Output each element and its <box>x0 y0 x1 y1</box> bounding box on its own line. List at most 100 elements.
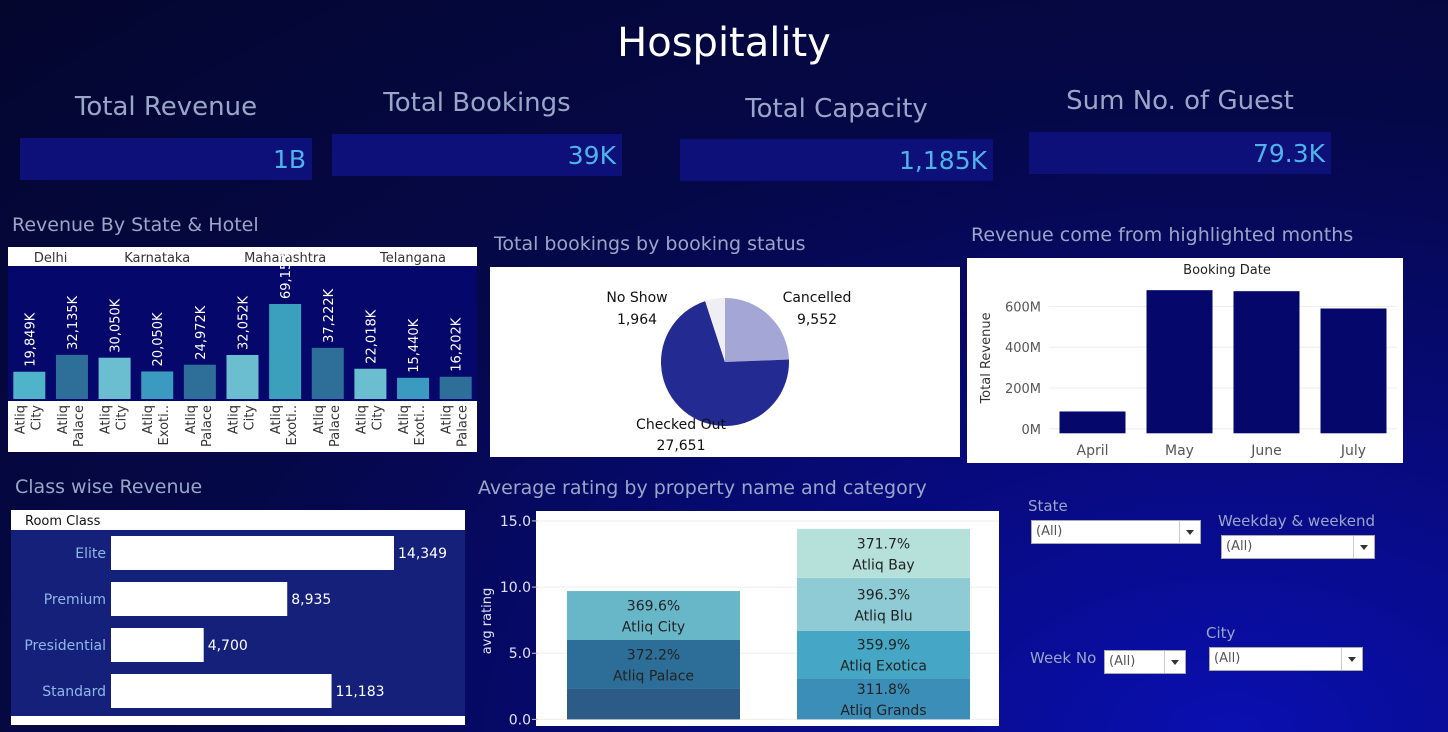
avg-rating-ylabel: avg rating <box>480 588 495 655</box>
hotel-axis-label: Exoti.. <box>413 405 428 445</box>
state-revenue-bar[interactable] <box>226 354 259 399</box>
week-no-filter-select[interactable]: (All) <box>1104 650 1186 674</box>
hotel-axis-label: City <box>115 405 130 431</box>
hotel-axis-label: Palace <box>72 405 87 447</box>
chevron-down-icon[interactable] <box>1164 651 1185 673</box>
kpi-guests-label: Sum No. of Guest <box>1066 86 1294 116</box>
state-revenue-chart[interactable]: Delhi Karnataka Maharashtra Telangana 19,84… <box>8 247 477 452</box>
kpi-guests-value[interactable]: 79.3K <box>1029 132 1331 174</box>
state-revenue-bar-label: 30,050K <box>109 298 124 352</box>
chevron-down-icon[interactable] <box>1341 648 1362 670</box>
kpi-total-capacity-value[interactable]: 1,185K <box>680 139 993 181</box>
hotel-axis-label: Exoti.. <box>285 405 300 445</box>
slice-name-label: No Show <box>606 290 667 306</box>
room-class-header: Room Class <box>25 514 101 529</box>
weekday-filter-label: Weekday & weekend <box>1218 512 1376 530</box>
month-label: April <box>1077 443 1109 459</box>
hotel-axis-label: Palace <box>200 405 215 447</box>
state-revenue-bar[interactable] <box>354 368 387 399</box>
state-revenue-bar[interactable] <box>183 364 216 399</box>
room-class-bar[interactable] <box>111 628 204 662</box>
state-revenue-bar[interactable] <box>269 304 302 399</box>
room-class-label: Premium <box>44 592 106 608</box>
state-revenue-bar-label: 69,153K <box>279 247 294 299</box>
room-class-value: 4,700 <box>208 638 248 654</box>
state-revenue-title: Revenue By State & Hotel <box>12 214 259 236</box>
slice-name-label: Cancelled <box>783 290 852 306</box>
class-revenue-title: Class wise Revenue <box>15 476 203 498</box>
month-revenue-bar[interactable] <box>1233 291 1300 434</box>
rating-segment-name: Atliq Grands <box>840 703 926 719</box>
rating-segment-value: 396.3% <box>857 587 910 603</box>
slice-value-label: 1,964 <box>617 312 657 328</box>
week-no-filter-label: Week No <box>1030 649 1097 667</box>
hotel-axis-label: Atliq <box>99 405 114 434</box>
state-revenue-bar[interactable] <box>397 377 430 399</box>
slice-value-label: 9,552 <box>797 312 837 328</box>
kpi-total-revenue-value[interactable]: 1B <box>20 138 312 180</box>
state-revenue-bar-label: 19,849K <box>23 312 38 366</box>
room-class-value: 11,183 <box>336 684 385 700</box>
state-revenue-bar[interactable] <box>141 371 174 399</box>
monthly-revenue-title: Revenue come from highlighted months <box>971 224 1354 246</box>
state-revenue-bar[interactable] <box>311 347 344 399</box>
month-revenue-bar[interactable] <box>1059 411 1126 434</box>
slice-name-label: Checked Out <box>636 417 726 433</box>
hotel-axis-label: Palace <box>328 405 343 447</box>
hotel-axis-label: City <box>370 405 385 431</box>
room-class-label: Standard <box>42 684 106 700</box>
hotel-axis-label: Atliq <box>56 405 71 434</box>
slice-value-label: 27,651 <box>657 438 706 454</box>
state-revenue-bar[interactable] <box>55 354 88 399</box>
state-filter-value: (All) <box>1036 524 1063 539</box>
hotel-axis-label: Atliq <box>312 405 327 434</box>
weekday-filter-value: (All) <box>1226 539 1253 554</box>
rating-segment-value: 371.7% <box>857 536 910 552</box>
avg-rating-title: Average rating by property name and cate… <box>478 477 927 499</box>
state-revenue-bar[interactable] <box>98 357 131 399</box>
state-revenue-bar-label: 32,135K <box>66 295 81 349</box>
state-revenue-bar[interactable] <box>13 371 46 399</box>
class-footer-band <box>11 716 465 725</box>
rating-segment-name: Atliq City <box>622 620 685 636</box>
rating-segment-value: 311.8% <box>857 682 910 698</box>
state-revenue-bar-label: 24,972K <box>194 305 209 359</box>
room-class-bar[interactable] <box>111 582 288 616</box>
state-revenue-bar[interactable] <box>439 376 472 399</box>
chevron-down-icon[interactable] <box>1353 536 1374 558</box>
city-filter-value: (All) <box>1214 651 1241 666</box>
state-revenue-bar-label: 22,018K <box>364 309 379 363</box>
booking-status-title: Total bookings by booking status <box>494 233 806 255</box>
rating-segment[interactable] <box>567 688 740 720</box>
monthly-revenue-chart[interactable]: Booking Date Total Revenue 0M 200M 400M 600… <box>967 258 1403 463</box>
chevron-down-icon[interactable] <box>1179 521 1200 543</box>
hotel-axis-label: Atliq <box>184 405 199 434</box>
hotel-axis-label: Atliq <box>269 405 284 434</box>
room-class-label: Presidential <box>24 638 106 654</box>
weekday-filter-select[interactable]: (All) <box>1221 535 1375 559</box>
y-tick-label: 5.0 <box>509 646 531 662</box>
city-filter-label: City <box>1206 624 1236 642</box>
rating-segment-name: Atliq Blu <box>854 608 912 624</box>
kpi-total-bookings-value[interactable]: 39K <box>332 134 622 176</box>
month-revenue-bar[interactable] <box>1146 290 1213 434</box>
room-class-bar[interactable] <box>111 536 394 570</box>
state-revenue-bar-label: 20,050K <box>151 312 166 366</box>
rating-segment-value: 369.6% <box>627 599 680 615</box>
class-revenue-chart[interactable]: Room Class Elite 14,349 Premium 8,935 Presid… <box>11 510 465 725</box>
month-revenue-bar[interactable] <box>1320 308 1387 434</box>
avg-rating-chart[interactable]: avg rating 0.0 5.0 10.0 15.0 372.2% Atliq Pal… <box>476 511 999 726</box>
hotel-axis-label: City <box>243 405 258 431</box>
rating-segment-value: 372.2% <box>627 647 680 663</box>
city-filter-select[interactable]: (All) <box>1209 647 1363 671</box>
kpi-total-revenue-label: Total Revenue <box>74 92 258 122</box>
rating-segment-name: Atliq Bay <box>852 557 914 573</box>
hotel-axis-label: Atliq <box>141 405 156 434</box>
state-filter-select[interactable]: (All) <box>1031 520 1201 544</box>
booking-status-chart[interactable]: Cancelled 9,552 Checked Out 27,651 No Show 1,… <box>490 267 960 457</box>
hotel-axis-label: City <box>29 405 44 431</box>
y-tick-label: 200M <box>1005 382 1041 397</box>
dashboard-title: Hospitality <box>617 20 831 66</box>
room-class-bar[interactable] <box>111 674 332 708</box>
kpi-total-bookings-label: Total Bookings <box>383 88 571 118</box>
